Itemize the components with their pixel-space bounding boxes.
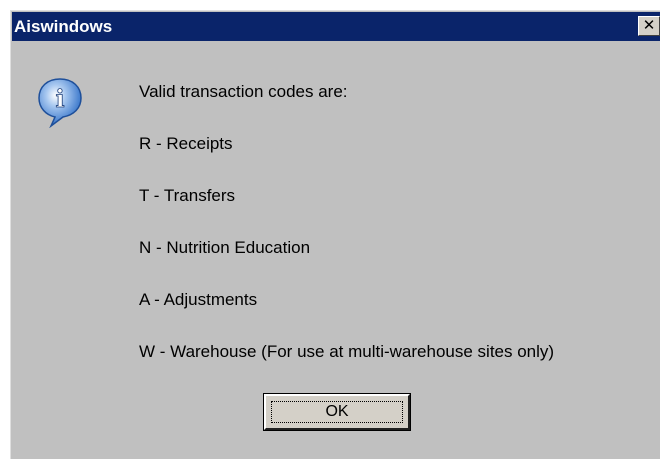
- ok-button[interactable]: OK: [263, 393, 411, 431]
- code-nutrition-education: N - Nutrition Education: [139, 238, 311, 257]
- information-icon: i: [38, 78, 82, 128]
- information-glyph: i: [55, 84, 64, 113]
- ok-button-label: OK: [271, 401, 403, 423]
- message-dialog: Aiswindows ✕ i Valid transaction codes a…: [10, 10, 660, 459]
- code-adjustments: A - Adjustments: [139, 290, 258, 309]
- code-receipts: R - Receipts: [139, 134, 233, 153]
- window-title: Aiswindows: [14, 17, 113, 36]
- code-transfers: T - Transfers: [139, 186, 236, 205]
- message-area: Valid transaction codes are: R - Receipt…: [139, 11, 660, 459]
- code-warehouse: W - Warehouse (For use at multi-warehous…: [139, 342, 555, 361]
- message-heading: Valid transaction codes are:: [139, 82, 348, 101]
